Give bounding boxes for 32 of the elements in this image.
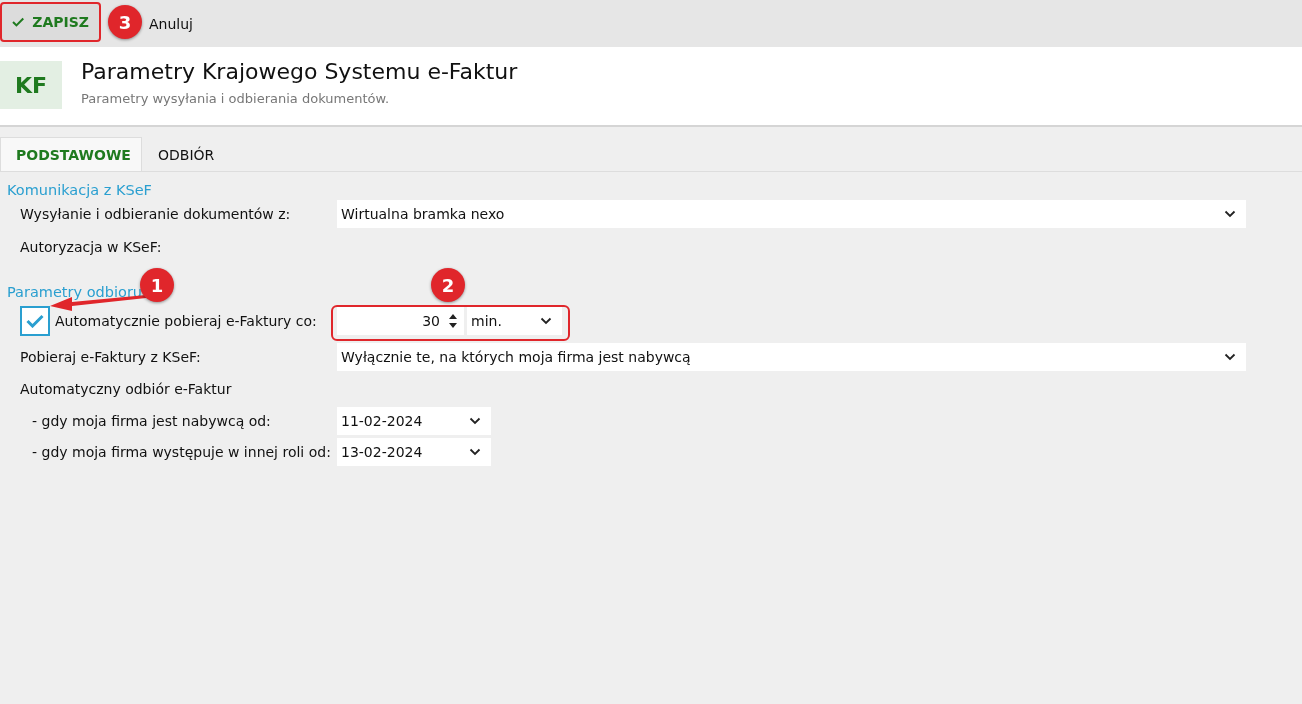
section-heading: Parametry odbioru: [7, 284, 143, 300]
field-label: Autoryzacja w KSeF:: [19, 239, 163, 255]
chevron-down-icon: [469, 417, 481, 425]
spin-arrows-icon: [448, 312, 458, 330]
unit-dropdown[interactable]: min.: [467, 307, 562, 335]
tab[interactable]: ODBIÓR: [142, 137, 231, 171]
dropdown[interactable]: Wyłącznie te, na których moja firma jest nabywcą: [337, 343, 1246, 371]
date-picker[interactable]: 11-02-2024: [337, 407, 491, 435]
chevron-down-icon: [1224, 353, 1236, 361]
field-label: - gdy moja firma występuje w innej roli od:: [31, 444, 332, 460]
field-label: Automatyczny odbiór e-Faktur: [19, 381, 233, 397]
chevron-down-icon: [1224, 210, 1236, 218]
page-title: Parametry Krajowego Systemu e-Faktur: [81, 59, 518, 85]
date-picker[interactable]: 13-02-2024: [337, 438, 491, 466]
tab[interactable]: PODSTAWOWE: [0, 137, 142, 171]
dropdown[interactable]: Wirtualna bramka nexo: [337, 200, 1246, 228]
annotation-badge: 2: [431, 268, 465, 302]
cancel-button[interactable]: Anuluj: [149, 15, 193, 32]
module-logo: KF: [0, 61, 62, 109]
field-label: Wysyłanie i odbieranie dokumentów z:: [19, 206, 292, 222]
number-spinner[interactable]: 30: [337, 307, 464, 335]
section-heading: Komunikacja z KSeF: [7, 182, 152, 198]
page-subtitle: Parametry wysyłania i odbierania dokumentów.: [81, 91, 391, 106]
field-label: - gdy moja firma jest nabywcą od:: [31, 413, 272, 429]
annotation-badge: 1: [140, 268, 174, 302]
chevron-down-icon: [540, 317, 552, 325]
checkbox[interactable]: [20, 306, 50, 336]
save-button[interactable]: ZAPISZ: [0, 1, 101, 42]
field-label: Pobieraj e-Faktury z KSeF:: [19, 349, 202, 365]
chevron-down-icon: [469, 448, 481, 456]
checkbox-label: Automatycznie pobieraj e-Faktury co:: [55, 313, 318, 329]
checkmark-icon: [26, 314, 44, 328]
